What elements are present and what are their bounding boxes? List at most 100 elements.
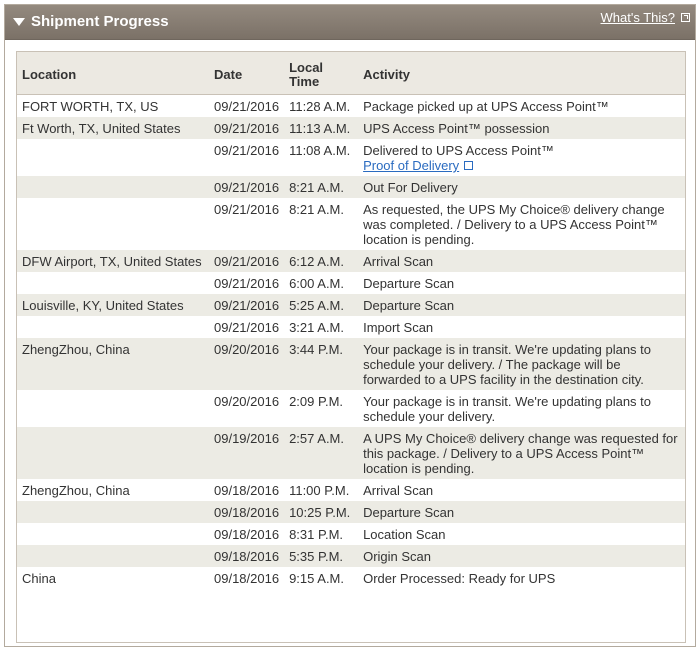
activity-cell: Your package is in transit. We're updati… bbox=[358, 390, 685, 427]
time-cell: 2:09 P.M. bbox=[289, 394, 344, 409]
activity-text: UPS Access Point™ possession bbox=[363, 121, 550, 136]
activity-text: Origin Scan bbox=[363, 549, 431, 564]
activity-text: Your package is in transit. We're updati… bbox=[363, 342, 652, 387]
table-row: 09/21/2016 6:00 A.M. Departure Scan bbox=[17, 272, 685, 294]
date-cell: 09/21/2016 bbox=[214, 143, 280, 158]
activity-cell: Your package is in transit. We're updati… bbox=[358, 338, 685, 390]
location-cell: China bbox=[22, 571, 56, 586]
date-cell: 09/18/2016 bbox=[214, 571, 280, 586]
activity-text: Departure Scan bbox=[363, 298, 455, 313]
shipment-progress-panel: Shipment Progress What's This? Location … bbox=[4, 4, 696, 647]
date-cell: 09/18/2016 bbox=[214, 483, 280, 498]
time-cell: 5:35 P.M. bbox=[284, 545, 359, 567]
column-header-location: Location bbox=[17, 52, 209, 95]
activity-cell: Departure Scan bbox=[358, 501, 685, 523]
time-cell: 11:13 A.M. bbox=[284, 117, 359, 139]
time-cell: 5:25 A.M. bbox=[284, 294, 359, 316]
proof-of-delivery-link[interactable]: Proof of Delivery bbox=[363, 158, 459, 173]
activity-text: Arrival Scan bbox=[363, 254, 434, 269]
activity-cell: Package picked up at UPS Access Point™ bbox=[358, 95, 685, 118]
table-row: 09/20/2016 2:09 P.M. Your package is in tr… bbox=[17, 390, 685, 427]
date-cell: 09/19/2016 bbox=[209, 427, 285, 479]
date-cell: 09/18/2016 bbox=[209, 501, 285, 523]
activity-text: Out For Delivery bbox=[363, 180, 458, 195]
popup-window-icon[interactable] bbox=[681, 13, 690, 22]
column-header-local-time: Local Time bbox=[284, 52, 359, 95]
time-cell: 6:00 A.M. bbox=[289, 276, 344, 291]
table-row: ZhengZhou, China 09/18/2016 11:00 P.M. Arri… bbox=[17, 479, 685, 501]
activity-cell: Departure Scan bbox=[358, 294, 685, 316]
time-cell: 11:08 A.M. bbox=[289, 143, 351, 158]
location-cell bbox=[17, 523, 209, 545]
location-cell bbox=[17, 427, 209, 479]
activity-cell: Arrival Scan bbox=[358, 479, 685, 501]
table-row: ZhengZhou, China 09/20/2016 3:44 P.M. Your … bbox=[17, 338, 685, 390]
whats-this-link[interactable]: What's This? bbox=[601, 10, 676, 25]
activity-text: Your package is in transit. We're updati… bbox=[363, 394, 652, 424]
date-cell: 09/21/2016 bbox=[209, 250, 285, 272]
column-header-local-time-line2: Time bbox=[289, 74, 320, 89]
panel-title: Shipment Progress bbox=[31, 13, 169, 30]
date-cell: 09/21/2016 bbox=[209, 176, 285, 198]
activity-cell: UPS Access Point™ possession bbox=[358, 117, 685, 139]
activity-cell: Location Scan bbox=[358, 523, 685, 545]
time-cell: 11:00 P.M. bbox=[289, 483, 350, 498]
location-cell bbox=[17, 139, 209, 176]
location-cell bbox=[17, 545, 209, 567]
table-row: 09/21/2016 8:21 A.M. As requested, the UPS… bbox=[17, 198, 685, 250]
activity-cell: Out For Delivery bbox=[358, 176, 685, 198]
progress-table-container: Location Date Local Time Activity FORT WO… bbox=[16, 51, 686, 643]
time-cell: 6:12 A.M. bbox=[284, 250, 359, 272]
date-cell: 09/21/2016 bbox=[209, 117, 285, 139]
table-row: China 09/18/2016 9:15 A.M. Order Processed:… bbox=[17, 567, 685, 589]
location-cell bbox=[17, 198, 209, 250]
activity-text: Import Scan bbox=[363, 320, 434, 335]
table-row: Ft Worth, TX, United States 09/21/2016 11:… bbox=[17, 117, 685, 139]
progress-table: Location Date Local Time Activity FORT WO… bbox=[17, 52, 685, 589]
table-row: DFW Airport, TX, United States 09/21/2016… bbox=[17, 250, 685, 272]
date-cell: 09/21/2016 bbox=[209, 294, 285, 316]
location-cell: FORT WORTH, TX, US bbox=[22, 99, 159, 114]
location-cell: ZhengZhou, China bbox=[17, 338, 209, 390]
activity-text: Package picked up at UPS Access Point™ bbox=[363, 99, 609, 114]
table-row: 09/21/2016 8:21 A.M. Out For Delivery bbox=[17, 176, 685, 198]
column-header-date: Date bbox=[209, 52, 285, 95]
activity-text: Departure Scan bbox=[363, 505, 455, 520]
location-cell: Ft Worth, TX, United States bbox=[17, 117, 209, 139]
activity-text: Location Scan bbox=[363, 527, 446, 542]
location-cell bbox=[17, 272, 209, 294]
table-row: FORT WORTH, TX, US 09/21/2016 11:28 A.M. Pa… bbox=[17, 95, 685, 118]
column-header-activity: Activity bbox=[358, 52, 685, 95]
location-cell: ZhengZhou, China bbox=[22, 483, 130, 498]
table-row: 09/21/2016 3:21 A.M. Import Scan bbox=[17, 316, 685, 338]
activity-text: As requested, the UPS My Choice® deliver… bbox=[363, 202, 665, 247]
table-row: 09/18/2016 8:31 P.M. Location Scan bbox=[17, 523, 685, 545]
location-cell: Louisville, KY, United States bbox=[17, 294, 209, 316]
time-cell: 10:25 P.M. bbox=[284, 501, 359, 523]
table-row: 09/21/2016 11:08 A.M. Delivered to UPS Acc… bbox=[17, 139, 685, 176]
table-row: 09/18/2016 10:25 P.M. Departure Scan bbox=[17, 501, 685, 523]
location-cell bbox=[17, 390, 209, 427]
time-cell: 8:31 P.M. bbox=[289, 527, 344, 542]
collapse-triangle-icon[interactable] bbox=[13, 18, 25, 26]
activity-cell: A UPS My Choice® delivery change was req… bbox=[358, 427, 685, 479]
date-cell: 09/20/2016 bbox=[214, 394, 280, 409]
table-header-row: Location Date Local Time Activity bbox=[17, 52, 685, 95]
activity-cell: Import Scan bbox=[358, 316, 685, 338]
location-cell bbox=[17, 316, 209, 338]
activity-text: Arrival Scan bbox=[363, 483, 434, 498]
popup-window-icon[interactable] bbox=[464, 161, 474, 170]
date-cell: 09/18/2016 bbox=[209, 545, 285, 567]
time-cell: 11:28 A.M. bbox=[289, 99, 351, 114]
activity-cell: Order Processed: Ready for UPS bbox=[358, 567, 685, 589]
date-cell: 09/18/2016 bbox=[214, 527, 280, 542]
panel-header[interactable]: Shipment Progress What's This? bbox=[5, 5, 695, 40]
activity-cell: Delivered to UPS Access Point™ Proof of D… bbox=[358, 139, 685, 176]
date-cell: 09/21/2016 bbox=[214, 276, 280, 291]
time-cell: 2:57 A.M. bbox=[284, 427, 359, 479]
activity-text: Delivered to UPS Access Point™ bbox=[363, 143, 554, 158]
time-cell: 3:21 A.M. bbox=[289, 320, 344, 335]
location-cell bbox=[17, 501, 209, 523]
location-cell bbox=[17, 176, 209, 198]
time-cell: 9:15 A.M. bbox=[289, 571, 344, 586]
